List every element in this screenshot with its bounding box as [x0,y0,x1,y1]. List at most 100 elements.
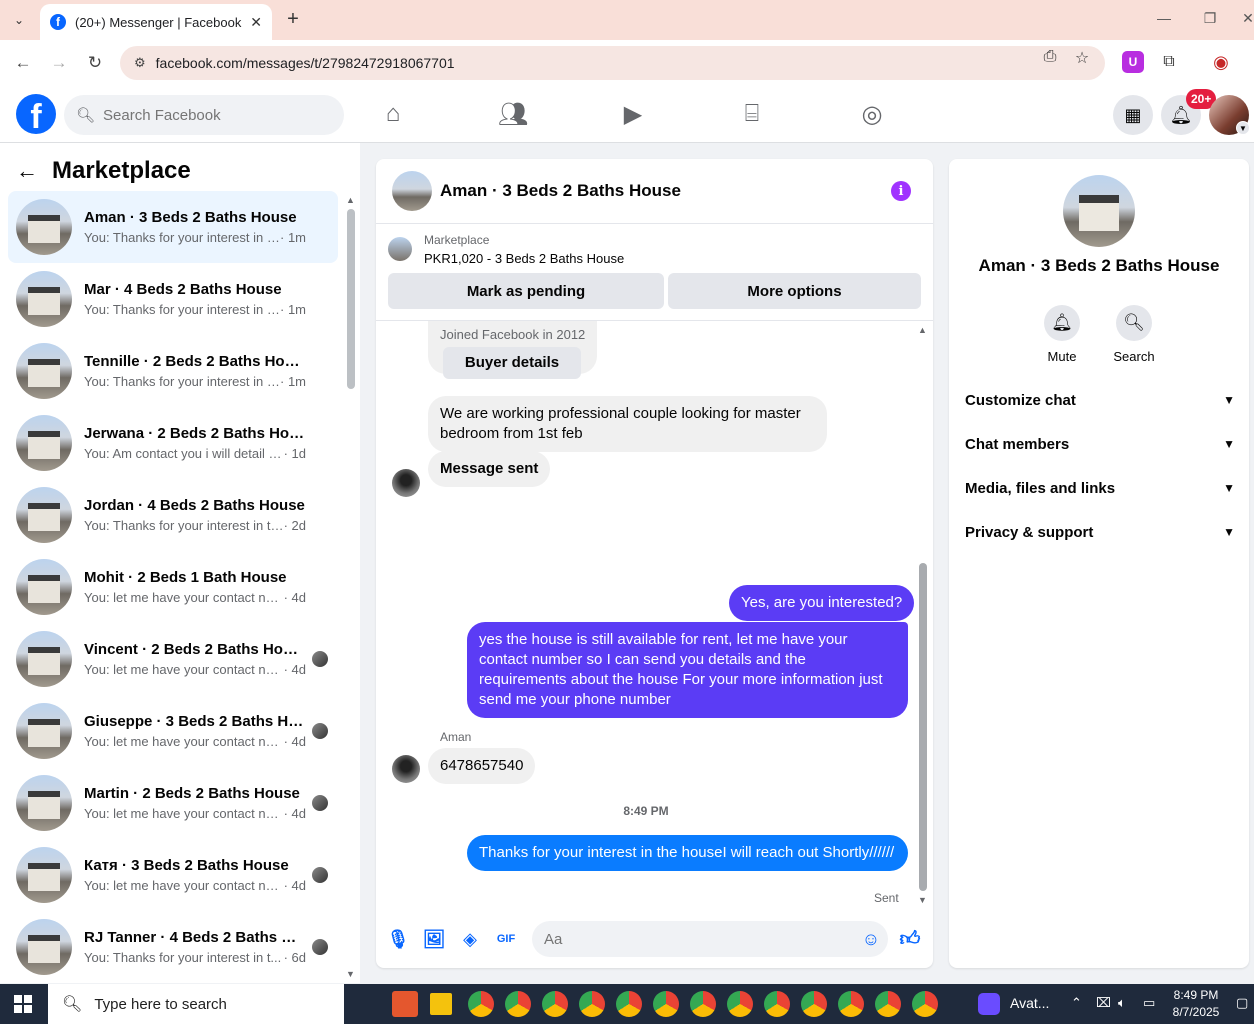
taskbar-clock[interactable]: 8:49 PM 8/7/2025 [1166,987,1226,1021]
emoji-icon[interactable]: ☺ [859,927,883,951]
close-window-icon[interactable]: ✕ [1238,10,1254,27]
address-bar[interactable]: ⚙ facebook.com/messages/t/27982472918067… [120,46,1105,80]
photo-icon[interactable]: 🖼︎ [422,927,446,951]
conversation-row[interactable]: Катя · 3 Beds 2 Baths House You: let me h… [8,839,338,911]
conversation-row[interactable]: Tennille · 2 Beds 2 Baths House You: Than… [8,335,338,407]
conversation-row[interactable]: Aman · 3 Beds 2 Baths House You: Thanks f… [8,191,338,263]
chrome-icon[interactable] [468,991,494,1017]
avatar-app-label[interactable]: Avat... [1010,995,1049,1011]
chrome-icon[interactable] [838,991,864,1017]
sent-status: Sent [874,891,899,905]
restore-icon[interactable]: ❐ [1200,10,1220,27]
message-input[interactable] [532,921,888,957]
scroll-down-icon[interactable]: ▼ [346,969,355,979]
avatar-app-icon[interactable] [978,993,1000,1015]
sticker-icon[interactable]: ◈ [458,927,482,951]
reload-icon[interactable]: ↻ [82,50,108,76]
browser-tab-messenger[interactable]: f (20+) Messenger | Facebook ✕ [40,4,272,40]
chrome-icon[interactable] [505,991,531,1017]
display-icon[interactable]: ▭ [1143,995,1155,1011]
more-options-button[interactable]: More options [668,273,921,309]
minimize-icon[interactable]: — [1154,10,1174,26]
chrome-icon[interactable] [542,991,568,1017]
scroll-down-icon[interactable]: ▼ [918,895,927,905]
chrome-icon[interactable] [801,991,827,1017]
chrome-icon[interactable] [727,991,753,1017]
conversation-row[interactable]: Giuseppe · 3 Beds 2 Baths Ho... You: let … [8,695,338,767]
conversation-row[interactable]: Jerwana · 2 Beds 2 Baths House You: Am co… [8,407,338,479]
task-view-icon[interactable] [348,991,374,1017]
section-customize-chat[interactable]: Customize chat ▼ [965,380,1235,420]
notification-center-icon[interactable]: ▢ [1236,995,1248,1011]
forward-arrow-icon[interactable]: → [46,50,72,76]
menu-grid-icon[interactable]: ▦ [1113,95,1153,135]
sidebar-scrollbar[interactable] [347,209,355,389]
scroll-up-icon[interactable]: ▲ [346,195,355,205]
bookmark-star-icon[interactable]: ☆ [1072,48,1092,68]
conversation-row[interactable]: Mohit · 2 Beds 1 Bath House You: let me h… [8,551,338,623]
network-icon[interactable]: ⌧ [1096,995,1111,1011]
tab-close-icon[interactable]: ✕ [250,14,262,31]
bell-icon[interactable]: 🔔︎ [1044,305,1080,341]
install-app-icon[interactable]: ⎙ [1040,48,1060,66]
facebook-search[interactable]: 🔍︎ [64,95,344,135]
buyer-details-button[interactable]: Buyer details [443,347,581,379]
conversation-row[interactable]: Jordan · 4 Beds 2 Baths House You: Thanks… [8,479,338,551]
search-icon[interactable]: 🔍︎ [1116,305,1152,341]
pinned-app-icon[interactable] [392,991,418,1017]
back-arrow-icon[interactable]: ← [16,158,38,184]
gif-icon[interactable]: GIF [494,927,518,951]
conversation-row[interactable]: RJ Tanner · 4 Beds 2 Baths Ho... You: Tha… [8,911,338,983]
windows-start-icon[interactable] [14,995,32,1013]
chat-avatar[interactable] [392,171,432,211]
marketplace-icon[interactable]: ⌸ [730,94,774,134]
thumbs-up-icon[interactable]: 👍︎ [898,927,922,951]
account-chevron-icon[interactable]: ▼ [1236,121,1250,135]
taskbar-search[interactable]: 🔍︎ Type here to search [48,984,344,1024]
facebook-logo-icon[interactable]: f [16,94,56,134]
volume-icon[interactable]: 🔈︎ [1118,995,1126,1011]
tray-chevron-icon[interactable]: ⌃ [1071,995,1082,1011]
tab-search-chevron-icon[interactable]: ⌄ [8,9,30,31]
conversation-row[interactable]: Vincent · 2 Beds 2 Baths House You: let m… [8,623,338,695]
chrome-icon[interactable] [653,991,679,1017]
new-tab-plus-icon[interactable]: + [282,8,304,30]
chrome-icon[interactable] [912,991,938,1017]
conversation-row[interactable]: Martin · 2 Beds 2 Baths House You: let me… [8,767,338,839]
listing-title[interactable]: PKR1,020 - 3 Beds 2 Baths House [424,251,624,266]
chrome-icon[interactable] [579,991,605,1017]
conversation-row[interactable]: Mar · 4 Beds 2 Baths House You: Thanks fo… [8,263,338,335]
chat-title[interactable]: Aman · 3 Beds 2 Baths House [440,181,681,201]
sender-avatar[interactable] [392,755,420,783]
site-info-icon[interactable]: ⚙ [134,55,146,71]
extensions-puzzle-icon[interactable]: ⧉ [1158,51,1180,73]
facebook-search-input[interactable] [103,106,324,124]
section-media-files-links[interactable]: Media, files and links ▼ [965,468,1235,508]
back-arrow-icon[interactable]: ← [10,50,36,76]
microphone-icon[interactable]: 🎙︎ [386,927,410,951]
chrome-icon[interactable] [875,991,901,1017]
profile-avatar[interactable] [1063,175,1135,247]
clock-date: 8/7/2025 [1172,1005,1220,1019]
sender-avatar[interactable] [392,469,420,497]
chrome-icon[interactable] [616,991,642,1017]
extension-shield-icon[interactable]: U [1122,51,1144,73]
chrome-icon[interactable] [764,991,790,1017]
scroll-up-icon[interactable]: ▲ [918,325,927,335]
chrome-icon[interactable] [690,991,716,1017]
mute-action[interactable]: 🔔︎ Mute [1032,305,1092,364]
groups-icon[interactable]: ◎ [850,94,894,134]
message-bubble-outgoing: Thanks for your interest in the houseI w… [467,835,908,871]
info-icon[interactable]: i [891,181,911,201]
sticky-notes-icon[interactable] [430,993,452,1015]
profile-icon[interactable]: ◉ [1210,51,1232,73]
mark-as-pending-button[interactable]: Mark as pending [388,273,664,309]
search-action[interactable]: 🔍︎ Search [1104,305,1164,364]
friends-icon[interactable]: 👥︎ [491,94,535,134]
video-icon[interactable]: ▶ [611,94,655,134]
section-privacy-support[interactable]: Privacy & support ▼ [965,512,1235,552]
thread-scrollbar[interactable] [919,563,927,891]
conversation-avatar [16,703,72,759]
home-icon[interactable]: ⌂ [371,94,415,134]
section-chat-members[interactable]: Chat members ▼ [965,424,1235,464]
